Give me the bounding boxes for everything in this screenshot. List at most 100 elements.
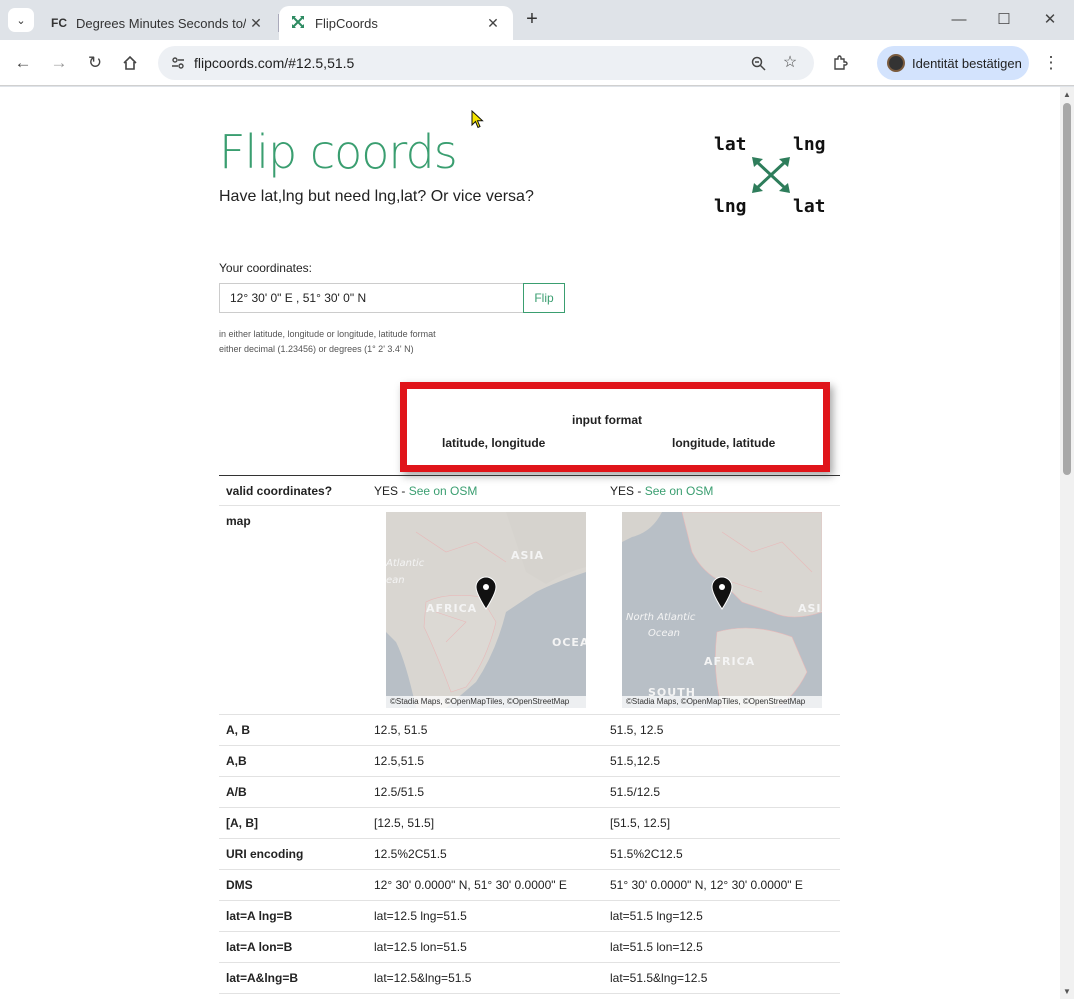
extensions-icon[interactable] [827,50,853,76]
lng-lat-value: [51.5, 12.5] [610,816,671,830]
map-land [386,512,586,708]
row-label: lat=A lon=B [226,940,293,954]
tab-flipcoords[interactable]: FlipCoords ✕ [279,6,513,40]
table-row: A,B 12.5,51.5 51.5,12.5 [219,746,840,777]
lat-lng-value: lat=12.5&lng=51.5 [374,971,472,985]
cross-arrows-icon [752,157,790,193]
close-icon[interactable]: ✕ [483,15,503,32]
lat-lng-value: 12.5%2C51.5 [374,847,447,861]
map-lat-lng[interactable]: Atlantic ean ASIA AFRICA OCEA ©Stadia Ma… [386,512,586,708]
flip-arrows-icon [289,15,307,32]
format-hint: in either latitude, longitude or longitu… [219,329,436,339]
page-viewport: Flip coords Have lat,lng but need lng,la… [0,87,1074,999]
site-info-icon[interactable] [166,51,190,75]
row-label: A/B [226,785,247,799]
tab-degrees-minutes[interactable]: FC Degrees Minutes Seconds to/from Decim… [40,6,276,40]
logo-text: lng [793,134,826,155]
table-row: DMS 12° 30' 0.0000" N, 51° 30' 0.0000" E… [219,870,840,901]
row-label: lat=A lng=B [226,909,293,923]
table-row: [A, B] [12.5, 51.5] [51.5, 12.5] [219,808,840,839]
table-row: URI encoding 12.5%2C51.5 51.5%2C12.5 [219,839,840,870]
lng-lat-value: 51.5, 12.5 [610,723,664,737]
lng-lat-value: lat=51.5 lon=12.5 [610,940,703,954]
table-row: lat=A lon=B lat=12.5 lon=51.5 lat=51.5 l… [219,932,840,963]
lng-lat-value: 51.5,12.5 [610,754,661,768]
flip-logo: lat lng lng lat [712,132,834,218]
back-icon[interactable]: ← [10,50,36,76]
window-close-button[interactable]: ✕ [1027,6,1073,34]
table-row: lat=A lng=B lat=12.5 lng=51.5 lat=51.5 l… [219,901,840,932]
page-title: Flip coords [219,125,458,179]
profile-label: Identität bestätigen [912,55,1022,71]
fc-favicon-icon: FC [51,16,67,30]
map-lng-lat[interactable]: North Atlantic Ocean ASIA AFRICA SOUTH ©… [622,512,822,708]
table-row: lat=A&lng=B lat=12.5&lng=51.5 lat=51.5&l… [219,963,840,994]
logo-text: lat [793,196,826,217]
forward-icon[interactable]: → [46,50,72,76]
highlight-box [400,382,830,472]
home-icon[interactable] [117,50,143,76]
map-land [622,512,822,708]
format-hint: either decimal (1.23456) or degrees (1° … [219,344,414,354]
chevron-down-icon: ⌄ [16,14,26,27]
logo-text: lng [714,196,747,217]
map-credit: ©Stadia Maps, ©OpenMapTiles, ©OpenStreet… [622,696,822,708]
row-label: A, B [226,723,250,737]
table-row: map Atlantic ean ASIA AFRICA OCEA ©Stadi… [219,506,840,715]
lat-lng-value: [12.5, 51.5] [374,816,435,830]
address-bar[interactable]: flipcoords.com/#12.5,51.5 ☆ [158,46,814,80]
reload-icon[interactable]: ↻ [82,50,108,76]
minimize-button[interactable]: — [936,6,982,34]
row-label: URI encoding [226,847,304,861]
bookmark-star-icon[interactable]: ☆ [778,51,802,75]
new-tab-button[interactable]: + [520,8,544,32]
scroll-down-icon[interactable]: ▼ [1062,987,1072,996]
row-label: map [226,514,251,528]
lng-lat-value: lat=51.5&lng=12.5 [610,971,708,985]
map-label: Ocean [648,628,680,639]
browser-toolbar: ← → ↻ flipcoords.com/#12.5,51.5 ☆ Identi… [0,40,1074,86]
lng-lat-value: 51.5%2C12.5 [610,847,683,861]
more-menu-icon[interactable]: ⋮ [1038,50,1064,76]
map-pin-icon [475,576,497,610]
page-scrollbar[interactable]: ▲ ▼ [1060,87,1074,999]
see-on-osm-link[interactable]: See on OSM [409,484,478,498]
scroll-up-icon[interactable]: ▲ [1062,90,1072,99]
results-table: valid coordinates? YES - See on OSM YES … [219,475,840,994]
table-row: A, B 12.5, 51.5 51.5, 12.5 [219,715,840,746]
map-label: North Atlantic [626,612,696,623]
row-label: DMS [226,878,253,892]
lng-lat-value: 51° 30' 0.0000" N, 12° 30' 0.0000" E [610,878,803,892]
tab-title: Degrees Minutes Seconds to/from Decimal [76,15,246,31]
lng-lat-value: 51.5/12.5 [610,785,661,799]
map-credit: ©Stadia Maps, ©OpenMapTiles, ©OpenStreet… [386,696,586,708]
mouse-cursor-icon [471,110,484,129]
url-text: flipcoords.com/#12.5,51.5 [194,55,355,71]
map-pin-icon [711,576,733,610]
lng-lat-value: lat=51.5 lng=12.5 [610,909,703,923]
map-label: ASIA [511,549,545,562]
lat-lng-value: 12° 30' 0.0000" N, 51° 30' 0.0000" E [374,878,567,892]
lat-lng-value: lat=12.5 lng=51.5 [374,909,467,923]
flip-button[interactable]: Flip [523,283,565,313]
scrollbar-thumb[interactable] [1063,103,1071,475]
tab-title: FlipCoords [315,15,378,31]
tab-search-button[interactable]: ⌄ [8,8,34,32]
table-row: A/B 12.5/51.5 51.5/12.5 [219,777,840,808]
zoom-icon[interactable] [746,51,770,75]
row-label: lat=A&lng=B [226,971,299,985]
maximize-button[interactable]: ☐ [981,6,1027,34]
map-label: AFRICA [426,602,478,615]
row-label: A,B [226,754,247,768]
valid-cell: YES - See on OSM [610,484,713,498]
map-label: ASIA [798,602,822,615]
table-row: valid coordinates? YES - See on OSM YES … [219,475,840,506]
lat-lng-value: lat=12.5 lon=51.5 [374,940,467,954]
close-icon[interactable]: ✕ [246,15,266,32]
row-label: [A, B] [226,816,258,830]
valid-status: YES - [610,484,645,498]
coordinates-input[interactable] [219,283,524,313]
profile-button[interactable]: Identität bestätigen [877,46,1029,80]
see-on-osm-link[interactable]: See on OSM [645,484,714,498]
row-label: valid coordinates? [226,484,333,498]
